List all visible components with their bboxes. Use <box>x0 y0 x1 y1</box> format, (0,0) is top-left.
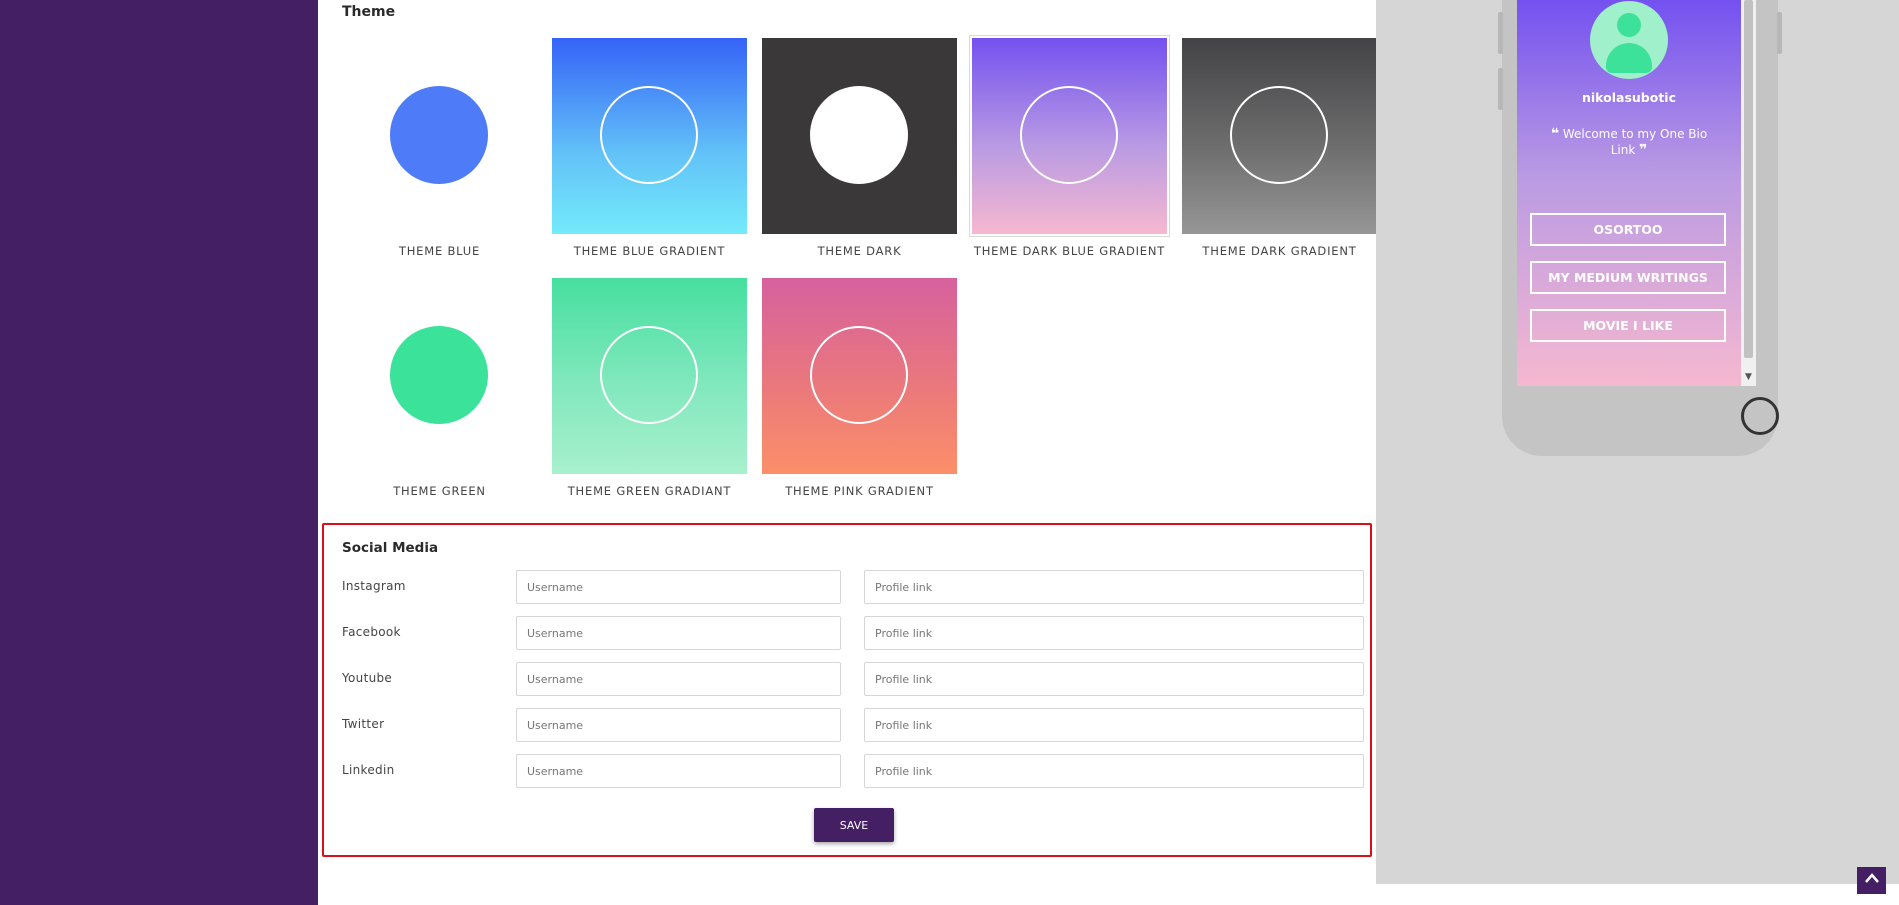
main-content: Theme THEME BLUE THEME BLUE GRADIENT THEME… <box>318 0 1377 905</box>
phone-volume-button <box>1498 68 1503 110</box>
username-input[interactable] <box>516 708 841 742</box>
profile-link-input[interactable] <box>864 662 1364 696</box>
profile-link-input[interactable] <box>864 570 1364 604</box>
theme-swatch[interactable] <box>342 278 537 474</box>
social-network-label: Instagram <box>342 579 406 593</box>
social-row-facebook: Facebook <box>342 616 1364 650</box>
theme-section-title: Theme <box>342 4 396 20</box>
username-input[interactable] <box>516 662 841 696</box>
save-button[interactable]: SAVE <box>814 808 894 842</box>
scroll-to-top-button[interactable] <box>1857 867 1886 894</box>
theme-option-label: THEME BLUE <box>398 244 481 258</box>
quote-open-icon: ❝ <box>1550 126 1560 142</box>
theme-circle-icon <box>1020 86 1118 184</box>
username-input[interactable] <box>516 570 841 604</box>
theme-option-label: THEME DARK BLUE GRADIENT <box>973 244 1166 258</box>
theme-circle-icon <box>390 86 488 184</box>
phone-screen: nikolasubotic ❝ Welcome to my One Bio Li… <box>1517 0 1741 386</box>
theme-swatch[interactable] <box>1182 38 1377 234</box>
avatar-head-icon <box>1617 13 1641 37</box>
theme-swatch[interactable] <box>552 278 747 474</box>
theme-swatch[interactable] <box>762 278 957 474</box>
theme-swatch[interactable] <box>552 38 747 234</box>
social-network-label: Facebook <box>342 625 401 639</box>
theme-swatch[interactable] <box>969 35 1170 237</box>
social-network-label: Twitter <box>342 717 385 731</box>
theme-option[interactable]: THEME DARK <box>762 38 957 258</box>
scrollbar-thumb[interactable] <box>1744 0 1753 358</box>
theme-option-label: THEME GREEN GRADIANT <box>567 484 732 498</box>
theme-option[interactable]: THEME DARK GRADIENT <box>1182 38 1377 258</box>
profile-link-input[interactable] <box>864 708 1364 742</box>
profile-link-input[interactable] <box>864 754 1364 788</box>
social-row-linkedin: Linkedin <box>342 754 1364 788</box>
social-media-title: Social Media <box>342 540 439 556</box>
preview-scrollbar[interactable]: ▼ <box>1741 0 1756 386</box>
theme-circle-icon <box>600 86 698 184</box>
avatar-body-icon <box>1606 43 1652 73</box>
social-network-label: Youtube <box>342 671 393 685</box>
sidebar <box>0 0 318 905</box>
theme-option-label: THEME PINK GRADIENT <box>785 484 934 498</box>
theme-option[interactable]: THEME PINK GRADIENT <box>762 278 957 498</box>
theme-circle-icon <box>600 326 698 424</box>
theme-option-label: THEME BLUE GRADIENT <box>573 244 726 258</box>
theme-circle-icon <box>390 326 488 424</box>
social-network-label: Linkedin <box>342 763 395 777</box>
theme-option-label: THEME DARK <box>817 244 902 258</box>
preview-link-button[interactable]: MY MEDIUM WRITINGS <box>1530 261 1726 294</box>
phone-power-button <box>1777 12 1782 54</box>
theme-option[interactable]: THEME GREEN GRADIANT <box>552 278 747 498</box>
avatar <box>1590 1 1668 79</box>
theme-option[interactable]: THEME DARK BLUE GRADIENT <box>969 35 1170 258</box>
username-input[interactable] <box>516 616 841 650</box>
phone-volume-button <box>1498 12 1503 54</box>
preview-bio: ❝ Welcome to my One Bio Link ❞ <box>1547 126 1711 158</box>
social-row-youtube: Youtube <box>342 662 1364 696</box>
theme-option[interactable]: THEME BLUE GRADIENT <box>552 38 747 258</box>
social-media-section: Social Media Instagram Facebook Youtube Twi… <box>322 523 1372 857</box>
social-row-twitter: Twitter <box>342 708 1364 742</box>
theme-option-label: THEME DARK GRADIENT <box>1202 244 1357 258</box>
chevron-up-icon <box>1864 873 1879 883</box>
theme-option[interactable]: THEME GREEN <box>342 278 537 498</box>
preview-username: nikolasubotic <box>1581 90 1676 105</box>
theme-swatch[interactable] <box>762 38 957 234</box>
theme-circle-icon <box>810 326 908 424</box>
social-row-instagram: Instagram <box>342 570 1364 604</box>
preview-link-button[interactable]: OSORTOO <box>1530 213 1726 246</box>
quote-close-icon: ❞ <box>1639 142 1648 158</box>
theme-swatch[interactable] <box>342 38 537 234</box>
preview-bio-text: Welcome to my One Bio Link <box>1562 127 1708 157</box>
profile-link-input[interactable] <box>864 616 1364 650</box>
preview-link-button[interactable]: MOVIE I LIKE <box>1530 309 1726 342</box>
phone-preview-panel: nikolasubotic ❝ Welcome to my One Bio Li… <box>1376 0 1899 884</box>
username-input[interactable] <box>516 754 841 788</box>
theme-circle-icon <box>1230 86 1328 184</box>
scroll-down-arrow-icon[interactable]: ▼ <box>1741 368 1756 386</box>
phone-home-button <box>1741 397 1779 435</box>
theme-circle-icon <box>810 86 908 184</box>
theme-option[interactable]: THEME BLUE <box>342 38 537 258</box>
theme-option-label: THEME GREEN <box>393 484 486 498</box>
